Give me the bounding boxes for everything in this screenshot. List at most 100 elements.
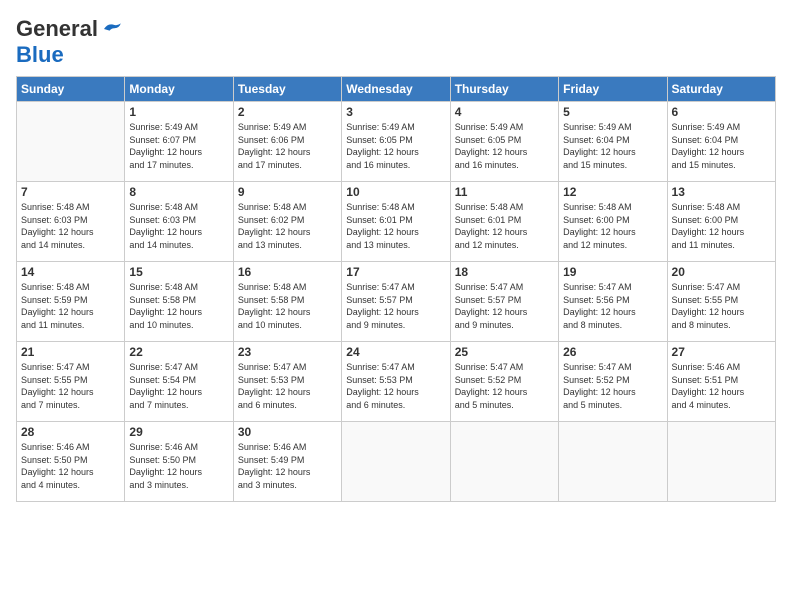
day-info: Sunrise: 5:47 AM Sunset: 5:55 PM Dayligh… [21, 361, 120, 411]
day-number: 7 [21, 185, 120, 199]
calendar-cell: 29 Sunrise: 5:46 AM Sunset: 5:50 PM Dayli… [125, 422, 233, 502]
calendar-cell [559, 422, 667, 502]
logo: General Blue [16, 16, 124, 68]
day-number: 2 [238, 105, 337, 119]
day-info: Sunrise: 5:48 AM Sunset: 5:58 PM Dayligh… [238, 281, 337, 331]
day-number: 21 [21, 345, 120, 359]
calendar-cell: 22 Sunrise: 5:47 AM Sunset: 5:54 PM Dayli… [125, 342, 233, 422]
day-info: Sunrise: 5:49 AM Sunset: 6:04 PM Dayligh… [672, 121, 771, 171]
day-number: 10 [346, 185, 445, 199]
day-info: Sunrise: 5:48 AM Sunset: 6:01 PM Dayligh… [346, 201, 445, 251]
day-number: 12 [563, 185, 662, 199]
logo-bird-icon [100, 20, 124, 38]
calendar-cell: 30 Sunrise: 5:46 AM Sunset: 5:49 PM Dayli… [233, 422, 341, 502]
col-thursday: Thursday [450, 77, 558, 102]
day-info: Sunrise: 5:47 AM Sunset: 5:53 PM Dayligh… [238, 361, 337, 411]
day-info: Sunrise: 5:48 AM Sunset: 6:03 PM Dayligh… [21, 201, 120, 251]
calendar-cell: 27 Sunrise: 5:46 AM Sunset: 5:51 PM Dayli… [667, 342, 775, 422]
day-number: 5 [563, 105, 662, 119]
day-number: 22 [129, 345, 228, 359]
header-row: Sunday Monday Tuesday Wednesday Thursday… [17, 77, 776, 102]
day-number: 14 [21, 265, 120, 279]
day-number: 13 [672, 185, 771, 199]
col-friday: Friday [559, 77, 667, 102]
calendar-cell: 26 Sunrise: 5:47 AM Sunset: 5:52 PM Dayli… [559, 342, 667, 422]
day-number: 27 [672, 345, 771, 359]
calendar-cell: 23 Sunrise: 5:47 AM Sunset: 5:53 PM Dayli… [233, 342, 341, 422]
calendar-cell: 14 Sunrise: 5:48 AM Sunset: 5:59 PM Dayli… [17, 262, 125, 342]
day-info: Sunrise: 5:48 AM Sunset: 6:01 PM Dayligh… [455, 201, 554, 251]
day-number: 19 [563, 265, 662, 279]
day-info: Sunrise: 5:46 AM Sunset: 5:50 PM Dayligh… [21, 441, 120, 491]
calendar-cell [450, 422, 558, 502]
calendar-cell: 9Sunrise: 5:48 AM Sunset: 6:02 PM Daylig… [233, 182, 341, 262]
day-info: Sunrise: 5:48 AM Sunset: 6:02 PM Dayligh… [238, 201, 337, 251]
day-number: 16 [238, 265, 337, 279]
day-number: 24 [346, 345, 445, 359]
calendar-cell [342, 422, 450, 502]
day-info: Sunrise: 5:48 AM Sunset: 6:00 PM Dayligh… [563, 201, 662, 251]
calendar-cell: 20Sunrise: 5:47 AM Sunset: 5:55 PM Dayli… [667, 262, 775, 342]
calendar-cell: 25Sunrise: 5:47 AM Sunset: 5:52 PM Dayli… [450, 342, 558, 422]
logo-blue: Blue [16, 42, 64, 68]
calendar-cell: 17 Sunrise: 5:47 AM Sunset: 5:57 PM Dayli… [342, 262, 450, 342]
col-monday: Monday [125, 77, 233, 102]
day-number: 11 [455, 185, 554, 199]
calendar-cell: 18 Sunrise: 5:47 AM Sunset: 5:57 PM Dayli… [450, 262, 558, 342]
day-number: 18 [455, 265, 554, 279]
day-number: 1 [129, 105, 228, 119]
calendar-cell [17, 102, 125, 182]
day-number: 26 [563, 345, 662, 359]
day-number: 4 [455, 105, 554, 119]
calendar-cell: 28 Sunrise: 5:46 AM Sunset: 5:50 PM Dayli… [17, 422, 125, 502]
day-info: Sunrise: 5:48 AM Sunset: 5:58 PM Dayligh… [129, 281, 228, 331]
calendar-cell: 19 Sunrise: 5:47 AM Sunset: 5:56 PM Dayli… [559, 262, 667, 342]
day-info: Sunrise: 5:47 AM Sunset: 5:57 PM Dayligh… [346, 281, 445, 331]
col-saturday: Saturday [667, 77, 775, 102]
day-info: Sunrise: 5:49 AM Sunset: 6:05 PM Dayligh… [346, 121, 445, 171]
day-info: Sunrise: 5:49 AM Sunset: 6:04 PM Dayligh… [563, 121, 662, 171]
col-wednesday: Wednesday [342, 77, 450, 102]
calendar-cell: 4 Sunrise: 5:49 AM Sunset: 6:05 PM Daylig… [450, 102, 558, 182]
day-number: 23 [238, 345, 337, 359]
calendar-cell: 15Sunrise: 5:48 AM Sunset: 5:58 PM Dayli… [125, 262, 233, 342]
calendar-cell: 13 Sunrise: 5:48 AM Sunset: 6:00 PM Dayli… [667, 182, 775, 262]
calendar-cell: 7 Sunrise: 5:48 AM Sunset: 6:03 PM Daylig… [17, 182, 125, 262]
day-number: 30 [238, 425, 337, 439]
day-info: Sunrise: 5:47 AM Sunset: 5:57 PM Dayligh… [455, 281, 554, 331]
day-info: Sunrise: 5:47 AM Sunset: 5:54 PM Dayligh… [129, 361, 228, 411]
col-sunday: Sunday [17, 77, 125, 102]
day-info: Sunrise: 5:49 AM Sunset: 6:07 PM Dayligh… [129, 121, 228, 171]
page-header: General Blue [16, 16, 776, 68]
calendar-cell: 11 Sunrise: 5:48 AM Sunset: 6:01 PM Dayli… [450, 182, 558, 262]
week-row-1: 1 Sunrise: 5:49 AM Sunset: 6:07 PM Daylig… [17, 102, 776, 182]
day-info: Sunrise: 5:46 AM Sunset: 5:51 PM Dayligh… [672, 361, 771, 411]
week-row-2: 7 Sunrise: 5:48 AM Sunset: 6:03 PM Daylig… [17, 182, 776, 262]
day-info: Sunrise: 5:47 AM Sunset: 5:53 PM Dayligh… [346, 361, 445, 411]
day-info: Sunrise: 5:48 AM Sunset: 5:59 PM Dayligh… [21, 281, 120, 331]
day-number: 28 [21, 425, 120, 439]
calendar-cell: 12 Sunrise: 5:48 AM Sunset: 6:00 PM Dayli… [559, 182, 667, 262]
day-number: 25 [455, 345, 554, 359]
week-row-3: 14 Sunrise: 5:48 AM Sunset: 5:59 PM Dayli… [17, 262, 776, 342]
calendar-cell: 3 Sunrise: 5:49 AM Sunset: 6:05 PM Daylig… [342, 102, 450, 182]
day-info: Sunrise: 5:48 AM Sunset: 6:03 PM Dayligh… [129, 201, 228, 251]
calendar-cell [667, 422, 775, 502]
day-info: Sunrise: 5:49 AM Sunset: 6:05 PM Dayligh… [455, 121, 554, 171]
calendar-cell: 1 Sunrise: 5:49 AM Sunset: 6:07 PM Daylig… [125, 102, 233, 182]
day-number: 8 [129, 185, 228, 199]
day-number: 29 [129, 425, 228, 439]
day-info: Sunrise: 5:46 AM Sunset: 5:49 PM Dayligh… [238, 441, 337, 491]
day-number: 6 [672, 105, 771, 119]
day-info: Sunrise: 5:48 AM Sunset: 6:00 PM Dayligh… [672, 201, 771, 251]
day-number: 17 [346, 265, 445, 279]
week-row-4: 21 Sunrise: 5:47 AM Sunset: 5:55 PM Dayli… [17, 342, 776, 422]
calendar-table: Sunday Monday Tuesday Wednesday Thursday… [16, 76, 776, 502]
calendar-cell: 16 Sunrise: 5:48 AM Sunset: 5:58 PM Dayli… [233, 262, 341, 342]
calendar-cell: 2Sunrise: 5:49 AM Sunset: 6:06 PM Daylig… [233, 102, 341, 182]
day-info: Sunrise: 5:46 AM Sunset: 5:50 PM Dayligh… [129, 441, 228, 491]
calendar-cell: 6 Sunrise: 5:49 AM Sunset: 6:04 PM Daylig… [667, 102, 775, 182]
day-info: Sunrise: 5:47 AM Sunset: 5:52 PM Dayligh… [563, 361, 662, 411]
day-info: Sunrise: 5:47 AM Sunset: 5:56 PM Dayligh… [563, 281, 662, 331]
day-number: 3 [346, 105, 445, 119]
